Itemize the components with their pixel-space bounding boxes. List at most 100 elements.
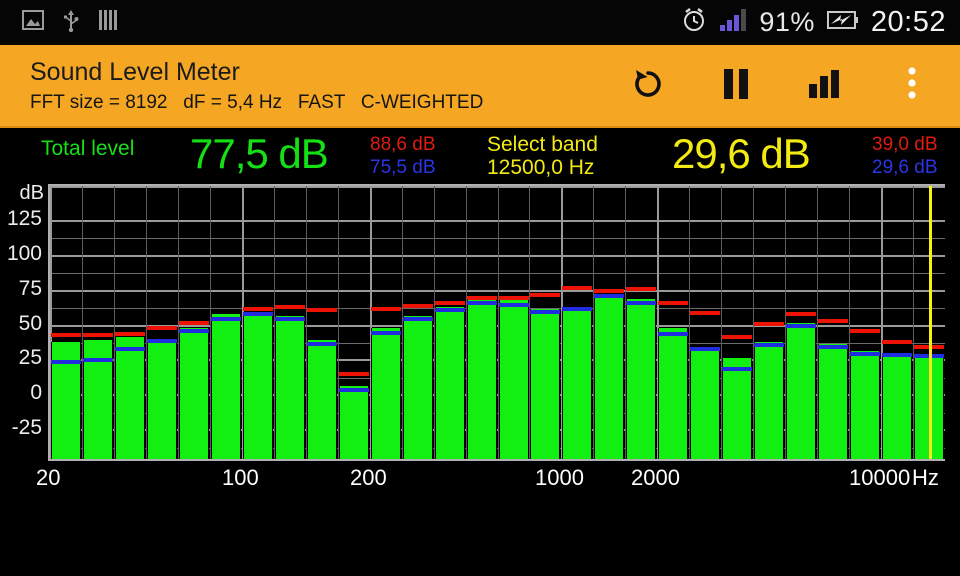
band-max-marker [147, 326, 177, 331]
spectrum-bar[interactable] [307, 339, 337, 459]
band-max-marker [51, 333, 81, 338]
band-min-marker [403, 316, 433, 321]
spectrum-bar[interactable] [530, 308, 560, 459]
band-min-marker [690, 347, 720, 352]
spectrum-bar[interactable] [179, 328, 209, 459]
band-min-marker [722, 366, 752, 371]
usb-icon [62, 8, 80, 37]
total-level-label: Total level [41, 137, 135, 160]
spectrum-bar[interactable] [850, 350, 880, 459]
band-max-marker [83, 333, 113, 338]
band-max-marker [179, 320, 209, 325]
band-max-marker [371, 306, 401, 311]
clock-label: 20:52 [870, 6, 946, 38]
spectrum-bar[interactable] [562, 307, 592, 459]
spectrum-bar[interactable] [626, 299, 656, 459]
spectrum-bar[interactable] [467, 300, 497, 459]
chart-button[interactable] [802, 64, 846, 110]
status-bar-right: 91% 20:52 [681, 6, 960, 39]
reset-icon [630, 66, 666, 107]
selected-band-marker[interactable] [929, 186, 932, 459]
band-max-marker [786, 312, 816, 317]
spectrum-bar[interactable] [339, 385, 369, 459]
status-bar: 91% 20:52 [0, 0, 960, 45]
y-axis-title: dB [19, 182, 44, 204]
pause-icon [721, 67, 751, 106]
band-min-marker [499, 302, 529, 307]
band-max-marker [530, 292, 560, 297]
band-level-max: 39,0 dB [872, 134, 938, 155]
select-band-label[interactable]: Select band [487, 133, 598, 157]
band-max-marker [562, 285, 592, 290]
plot-area[interactable] [48, 184, 945, 461]
spectrum-bar[interactable] [658, 328, 688, 459]
battery-charging-icon [826, 10, 859, 35]
y-axis-tick-label: 25 [18, 346, 42, 370]
reset-button[interactable] [626, 64, 670, 110]
band-min-marker [51, 359, 81, 364]
spectrum-bar[interactable] [690, 346, 720, 459]
spectrum-bar[interactable] [722, 357, 752, 459]
spectrum-bar[interactable] [594, 294, 624, 459]
y-axis-tick-label: -25 [11, 416, 42, 440]
band-max-marker [467, 295, 497, 300]
total-level-value: 77,5 dB [190, 130, 329, 177]
x-axis-tick-label: 10000 [849, 465, 911, 490]
app-subtitle: FFT size = 8192 dF = 5,4 Hz FAST C-WEIGH… [30, 92, 484, 113]
band-max-marker [882, 340, 912, 345]
spectrum-bar[interactable] [435, 307, 465, 459]
readout-strip: Total level 77,5 dB 88,6 dB 75,5 dB Sele… [0, 128, 960, 183]
spectrum-bar[interactable] [818, 343, 848, 459]
spectrum-bar[interactable] [371, 328, 401, 459]
band-max-marker [307, 308, 337, 313]
band-max-marker [658, 301, 688, 306]
app-root: 91% 20:52 Sound Level Meter FFT size = 8… [0, 0, 960, 576]
action-bar: Sound Level Meter FFT size = 8192 dF = 5… [0, 45, 960, 128]
band-max-marker [818, 319, 848, 324]
y-axis-tick-label: 100 [6, 241, 42, 265]
band-min-marker [147, 338, 177, 343]
band-min-marker [211, 316, 241, 321]
spectrum-bar[interactable] [403, 315, 433, 459]
band-min-marker [626, 301, 656, 306]
band-level-min: 29,6 dB [872, 157, 938, 178]
band-max-marker [626, 287, 656, 292]
band-min-marker [818, 344, 848, 349]
pause-button[interactable] [714, 64, 758, 110]
band-min-marker [243, 312, 273, 317]
band-min-marker [754, 343, 784, 348]
bars-icon [98, 9, 118, 36]
band-min-marker [435, 308, 465, 313]
signal-icon [719, 8, 747, 37]
x-axis-tick-label: 20 [36, 465, 61, 490]
spectrum-bar[interactable] [754, 342, 784, 459]
band-max-marker [403, 304, 433, 309]
x-axis-tick-label: 100 [222, 465, 259, 490]
spectrum-bar[interactable] [211, 314, 241, 459]
band-max-marker [594, 288, 624, 293]
spectrum-bar[interactable] [275, 315, 305, 459]
select-band-frequency[interactable]: 12500,0 Hz [487, 156, 594, 180]
picture-icon [22, 10, 44, 35]
band-min-marker [83, 358, 113, 363]
spectrum-chart[interactable]: dB 125 100 75 50 25 0 -25 20 100 200 1000 2000 1000… [0, 182, 960, 490]
band-max-marker [499, 295, 529, 300]
band-max-marker [115, 331, 145, 336]
spectrum-bar[interactable] [786, 322, 816, 459]
band-min-marker [115, 347, 145, 352]
spectrum-bar[interactable] [147, 340, 177, 459]
x-axis-tick-label: 1000 [535, 465, 584, 490]
spectrum-bar[interactable] [499, 300, 529, 459]
x-axis-title: Hz [912, 465, 939, 490]
band-min-marker [307, 341, 337, 346]
total-level-min: 75,5 dB [370, 157, 436, 178]
band-max-marker [754, 322, 784, 327]
overflow-menu-button[interactable] [890, 64, 934, 110]
spectrum-bar[interactable] [115, 336, 145, 459]
status-bar-left-icons [0, 8, 118, 37]
spectrum-bar[interactable] [243, 313, 273, 459]
band-min-marker [467, 301, 497, 306]
bar-chart-icon [807, 68, 841, 105]
spectrum-bar[interactable] [882, 353, 912, 459]
action-bar-titles: Sound Level Meter FFT size = 8192 dF = 5… [0, 57, 483, 116]
